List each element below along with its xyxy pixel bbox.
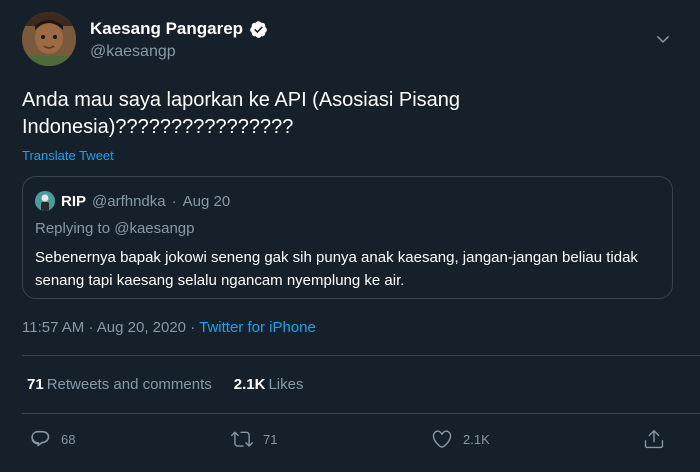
reply-count: 68 [61,431,76,447]
avatar-image [22,12,76,66]
likes-count: 2.1K [233,376,266,393]
likes-label: Likes [268,376,304,393]
likes-stat[interactable]: 2.1K Likes [234,376,304,393]
retweet-button[interactable]: 71 [231,428,277,450]
author-name[interactable]: Kaesang Pangarep [90,19,243,39]
tweet-date[interactable]: Aug 20, 2020 [97,319,186,336]
translate-tweet-link[interactable]: Translate Tweet [22,148,114,163]
quoted-replying-to: Replying to @kaesangp [35,220,195,237]
author-handle[interactable]: @kaesangp [90,43,176,61]
share-icon [644,430,664,449]
share-button[interactable] [643,428,665,450]
reply-icon [31,430,50,447]
reply-button[interactable]: 68 [29,428,75,450]
tweet-text: Anda mau saya laporkan ke API (Asosiasi … [22,89,461,138]
like-icon [432,430,452,448]
quoted-tweet-text: Sebenernya bapak jokowi seneng gak sih p… [35,249,638,289]
retweet-icon [231,431,253,447]
verified-badge-icon [250,20,267,38]
meta-separator: · [190,319,196,336]
divider [22,355,700,356]
retweet-count: 71 [263,431,278,447]
tweet-source-link[interactable]: Twitter for iPhone [199,319,316,336]
divider [22,413,700,414]
tweet-actions: 68 71 2.1K [0,428,700,458]
like-button[interactable]: 2.1K [431,428,490,450]
quoted-tweet[interactable]: RIP @arfhndka · Aug 20 Replying to @kaes… [22,176,673,299]
retweets-count: 71 [27,376,44,393]
author-avatar[interactable] [22,12,76,66]
quoted-tweet-header: RIP @arfhndka · Aug 20 [35,191,230,211]
quoted-date: Aug 20 [182,192,231,210]
quoted-separator: · [171,192,177,210]
tweet-time[interactable]: 11:57 AM [22,319,84,336]
chevron-down-icon[interactable] [654,30,672,48]
like-count: 2.1K [463,431,490,447]
meta-separator: · [88,319,94,336]
quoted-author-name: RIP [61,192,87,210]
tweet-header: Kaesang Pangarep @kaesangp [22,12,678,68]
tweet-meta: 11:57 AM · Aug 20, 2020 · Twitter for iP… [22,319,316,336]
retweets-label: Retweets and comments [46,376,212,393]
tweet-stats: 71 Retweets and comments 2.1K Likes [27,376,303,393]
retweets-stat[interactable]: 71 Retweets and comments [27,376,212,393]
quoted-author-avatar [35,191,55,211]
author-name-row[interactable]: Kaesang Pangarep [90,19,268,39]
quoted-author-handle: @arfhndka [92,192,166,210]
